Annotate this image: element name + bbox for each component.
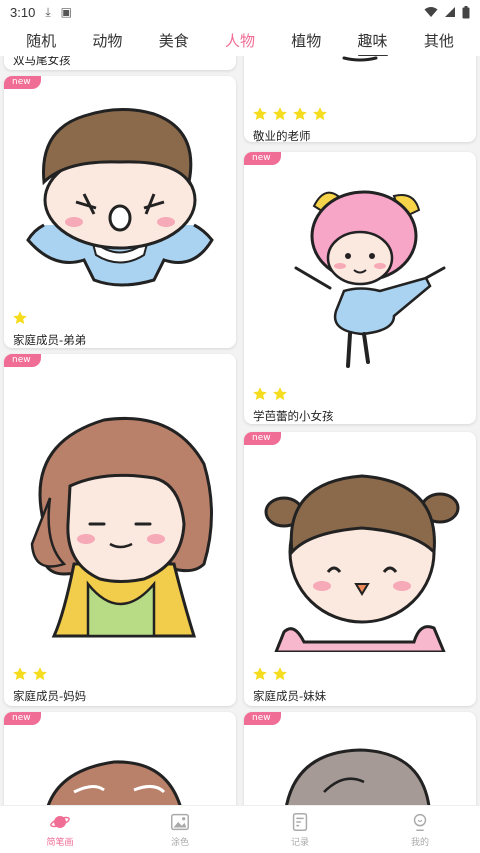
brother-illustration (26, 107, 214, 287)
drawing-card-partial-right[interactable]: new (244, 712, 476, 805)
nav-simple-drawing[interactable]: 简笔画 (0, 806, 120, 853)
sister-illustration (264, 474, 460, 652)
drawing-card-teacher[interactable]: 敬业的老师 (244, 56, 476, 142)
tab-fun[interactable]: 趣味 (352, 28, 394, 57)
difficulty-stars (12, 310, 28, 326)
bottom-navigation: 简笔画 涂色 记录 我的 (0, 805, 480, 853)
drawing-card-mom[interactable]: new 家庭成员-妈妈 (4, 354, 236, 706)
nav-label: 我的 (410, 838, 429, 848)
star-icon (313, 107, 327, 120)
mom-illustration (30, 416, 213, 638)
difficulty-stars (252, 386, 288, 402)
status-time: 3:10 (10, 4, 36, 20)
star-icon (13, 311, 27, 324)
star-icon (13, 667, 27, 680)
card-title: 家庭成员-妹妹 (253, 689, 327, 703)
star-icon (253, 667, 267, 680)
new-badge: new (244, 432, 281, 445)
star-icon (253, 107, 267, 120)
new-badge: new (4, 712, 41, 725)
nav-label: 简笔画 (46, 838, 74, 848)
card-title: 家庭成员-妈妈 (13, 689, 87, 703)
star-icon (293, 107, 307, 120)
partial-illustration-left (46, 760, 182, 805)
notification-icon: ▣ (60, 5, 72, 19)
partial-illustration-right (285, 748, 431, 805)
document-icon (292, 813, 308, 831)
drawing-card-brother[interactable]: new 家庭成员-弟弟 (4, 76, 236, 348)
nav-coloring[interactable]: 涂色 (120, 806, 240, 853)
difficulty-stars (252, 666, 288, 682)
battery-icon (462, 5, 470, 18)
drawing-card-ballet-girl[interactable]: new 学芭蕾的小女孩 (244, 152, 476, 424)
image-icon (171, 813, 189, 831)
star-icon (273, 107, 287, 120)
card-title: 家庭成员-弟弟 (13, 333, 87, 347)
star-icon (273, 387, 287, 400)
wifi-icon (424, 7, 438, 17)
ballet-girl-illustration (294, 190, 446, 368)
tab-plants[interactable]: 植物 (285, 28, 327, 53)
star-icon (273, 667, 287, 680)
difficulty-stars (12, 666, 48, 682)
drawing-card-sister[interactable]: new 家庭成员-妹妹 (244, 432, 476, 706)
new-badge: new (4, 354, 41, 367)
tab-other[interactable]: 其他 (418, 28, 460, 53)
planet-icon (50, 816, 70, 828)
tab-people[interactable]: 人物 (219, 28, 261, 53)
star-icon (33, 667, 47, 680)
nav-label: 涂色 (170, 838, 189, 848)
star-icon (253, 387, 267, 400)
tab-random[interactable]: 随机 (20, 28, 62, 53)
drawing-card-twin-tails-girl[interactable]: 双马尾女孩 (4, 56, 236, 70)
card-title: 学芭蕾的小女孩 (253, 409, 334, 423)
nav-label: 记录 (290, 838, 309, 848)
nav-profile[interactable]: 我的 (360, 806, 480, 853)
card-title: 敬业的老师 (253, 129, 311, 142)
profile-icon (413, 813, 427, 831)
new-badge: new (244, 712, 281, 725)
new-badge: new (4, 76, 41, 89)
signal-icon (445, 7, 455, 17)
drawing-card-partial-left[interactable]: new (4, 712, 236, 805)
status-bar: 3:10 ⤓ ▣ (0, 0, 480, 24)
card-title: 双马尾女孩 (13, 56, 71, 67)
download-icon: ⤓ (45, 4, 51, 19)
nav-records[interactable]: 记录 (240, 806, 360, 853)
category-tabs: 随机 动物 美食 人物 植物 趣味 其他 (0, 24, 480, 57)
tab-food[interactable]: 美食 (153, 28, 195, 53)
tab-animals[interactable]: 动物 (86, 28, 128, 53)
drawing-grid: 双马尾女孩 敬业的老师 new 家庭成员-弟弟 new 学芭蕾的小女孩 new … (0, 56, 480, 805)
difficulty-stars (252, 106, 328, 122)
new-badge: new (244, 152, 281, 165)
